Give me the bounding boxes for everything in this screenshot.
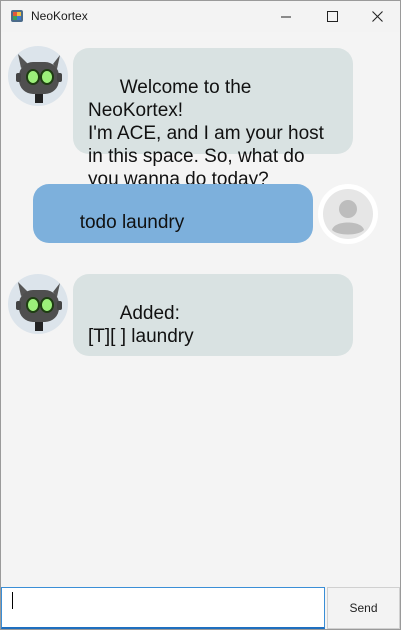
- maximize-button[interactable]: [309, 1, 355, 32]
- close-icon: [371, 11, 383, 22]
- app-icon: [11, 10, 23, 22]
- bot-message-bubble: Welcome to the NeoKortex! I'm ACE, and I…: [73, 48, 353, 190]
- user-message-bubble: todo laundry: [33, 184, 313, 243]
- window-title: NeoKortex: [31, 9, 88, 23]
- minimize-icon: [281, 16, 291, 17]
- app-window: NeoKortex Welcome to the NeoKortex! I'm …: [0, 0, 401, 630]
- user-message-text: todo laundry: [79, 212, 185, 233]
- send-button[interactable]: Send: [327, 587, 400, 629]
- maximize-icon: [326, 11, 338, 22]
- bot-message-text: Welcome to the NeoKortex! I'm ACE, and I…: [88, 77, 324, 190]
- text-caret: [12, 592, 13, 609]
- chat-area[interactable]: Welcome to the NeoKortex! I'm ACE, and I…: [1, 32, 400, 587]
- robot-avatar-icon: [16, 282, 62, 331]
- bot-avatar: [8, 46, 68, 106]
- user-avatar-icon: [323, 189, 373, 239]
- robot-avatar-icon: [16, 54, 62, 103]
- minimize-button[interactable]: [263, 1, 309, 32]
- bot-message-text: Added: [T][ ] laundry: [88, 303, 194, 347]
- bot-avatar: [8, 274, 68, 334]
- close-button[interactable]: [354, 1, 400, 32]
- bot-message-bubble: Added: [T][ ] laundry: [73, 274, 353, 356]
- title-bar[interactable]: NeoKortex: [1, 1, 400, 32]
- message-input[interactable]: [1, 587, 325, 629]
- user-avatar: [318, 184, 378, 244]
- input-bar: Send: [1, 587, 400, 629]
